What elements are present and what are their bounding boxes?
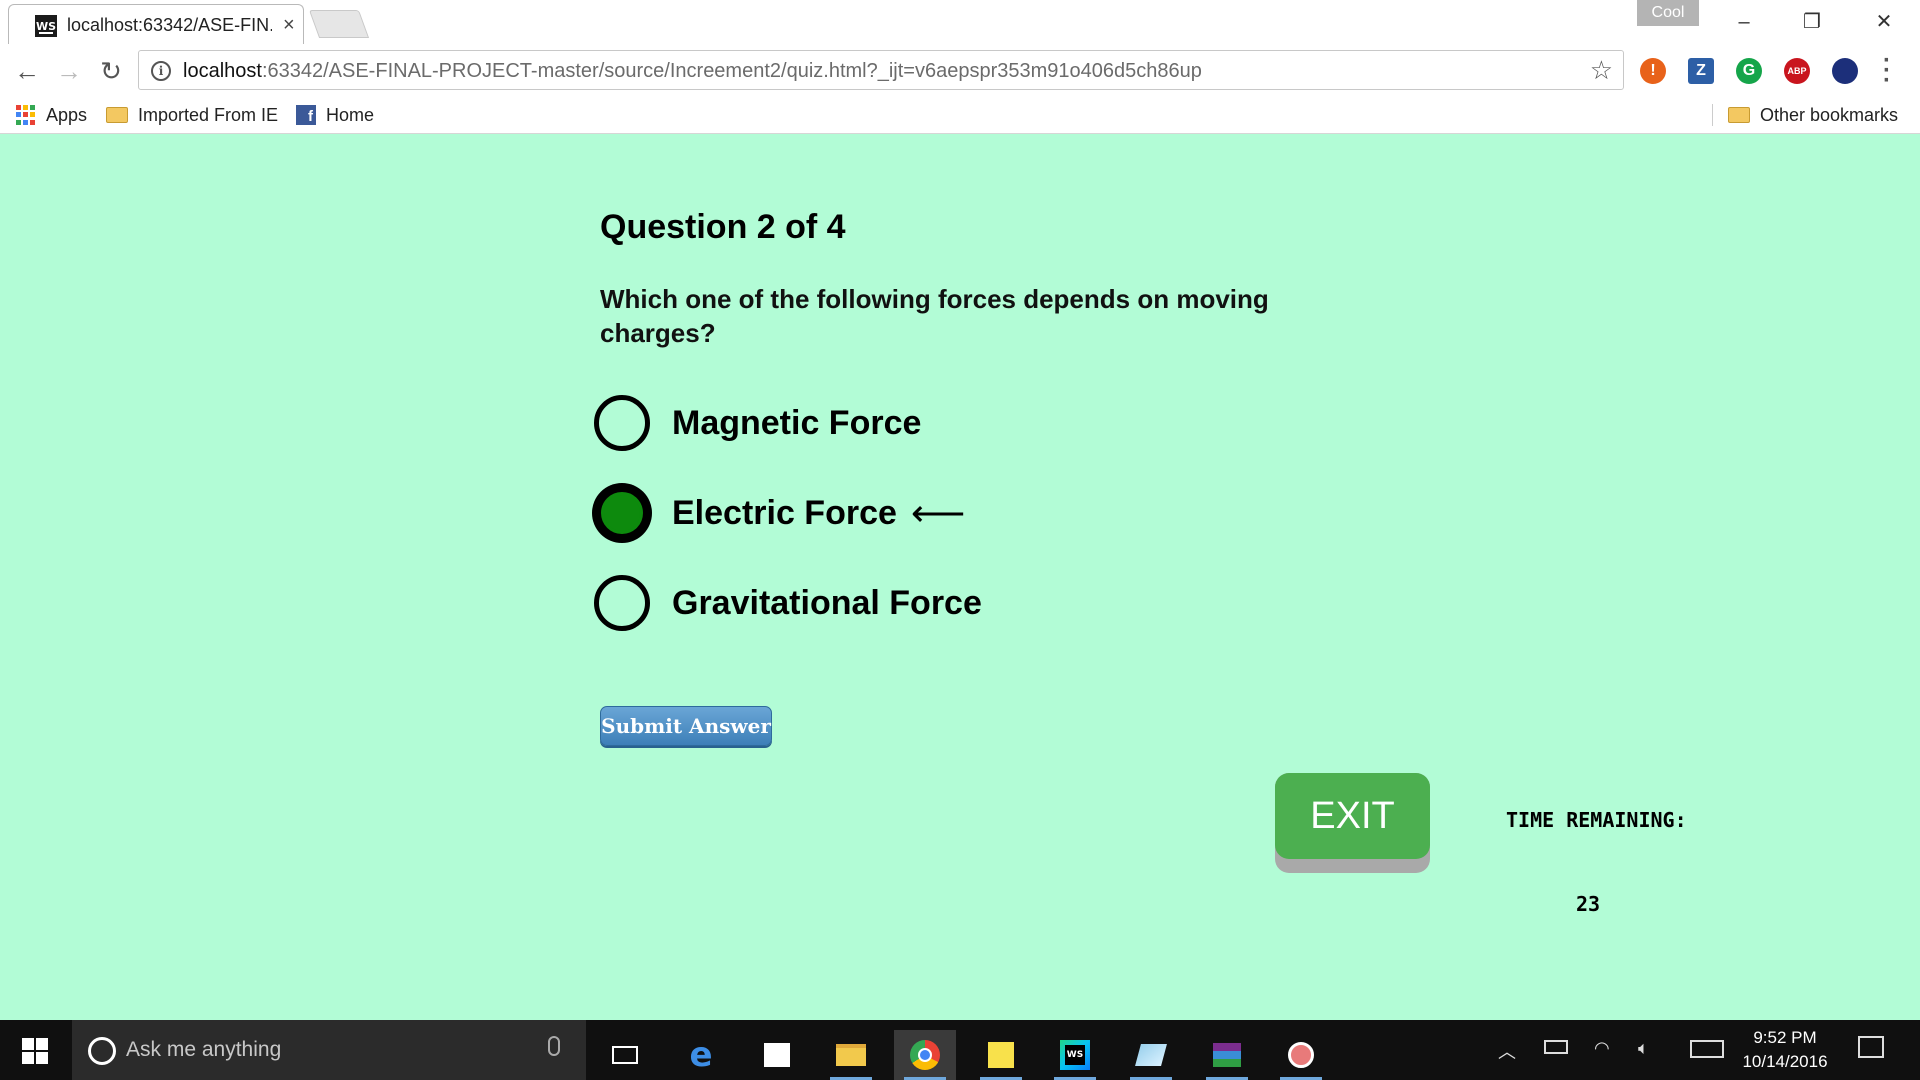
clock-date: 10/14/2016 — [1742, 1052, 1828, 1071]
wifi-icon[interactable]: ◠ — [1594, 1038, 1610, 1059]
browser-tab[interactable]: WS localhost:63342/ASE-FIN... × — [8, 4, 304, 44]
adblock-extension-icon[interactable]: ABP — [1784, 58, 1810, 84]
grammarly-extension-icon[interactable]: G — [1736, 58, 1762, 84]
action-center-icon[interactable] — [1858, 1036, 1884, 1058]
zotero-extension-icon[interactable]: Z — [1688, 58, 1714, 84]
show-hidden-icons-icon[interactable]: ︿ — [1498, 1038, 1516, 1064]
window-close-icon[interactable]: ✕ — [1856, 4, 1912, 40]
url-path: :63342/ASE-FINAL-PROJECT-master/source/I… — [261, 60, 1202, 82]
back-arrow-icon[interactable]: ← — [10, 54, 44, 88]
windows-taskbar: Ask me anything e WS ︿ ◠ 🔈︎ 9:52 PM 10/1… — [0, 1020, 1920, 1080]
exit-button-label: EXIT — [1275, 773, 1430, 859]
bookmark-imported-label: Imported From IE — [138, 104, 279, 125]
option-electric-force[interactable]: Electric Force ⟵ — [594, 485, 965, 541]
windows-start-icon[interactable] — [22, 1038, 48, 1064]
bookmark-star-icon[interactable]: ☆ — [1590, 55, 1613, 86]
bookmark-apps-label: Apps — [46, 104, 88, 125]
sticky-notes-icon[interactable] — [970, 1030, 1032, 1080]
option-label: Magnetic Force — [672, 403, 922, 442]
microphone-icon[interactable] — [548, 1036, 560, 1056]
bookmark-home[interactable]: f Home — [296, 102, 374, 128]
radio-button-selected[interactable] — [594, 485, 650, 541]
file-explorer-icon[interactable] — [820, 1030, 882, 1080]
bookmark-imported-from-ie[interactable]: Imported From IE — [106, 102, 278, 128]
bookmark-apps[interactable]: Apps — [16, 102, 87, 128]
url-text[interactable]: localhost:63342/ASE-FINAL-PROJECT-master… — [183, 60, 1202, 83]
option-label: Gravitational Force — [672, 583, 982, 622]
clock-time: 9:52 PM — [1753, 1028, 1817, 1047]
tab-title: localhost:63342/ASE-FIN... — [67, 15, 272, 35]
left-arrow-icon: ⟵ — [910, 492, 966, 535]
address-bar[interactable]: i localhost:63342/ASE-FINAL-PROJECT-mast… — [138, 50, 1624, 90]
bookmarks-bar: Apps Imported From IE f Home Other bookm… — [0, 96, 1920, 134]
folder-icon — [106, 107, 128, 123]
cortana-search-box[interactable]: Ask me anything — [72, 1020, 586, 1080]
submit-answer-button[interactable]: Submit Answer — [600, 706, 772, 746]
reload-icon[interactable]: ↻ — [94, 54, 128, 88]
browser-tab-bar: WS localhost:63342/ASE-FIN... × Cool – ❐… — [0, 0, 1920, 44]
lens-extension-icon[interactable] — [1832, 58, 1858, 84]
url-host: localhost — [183, 60, 262, 82]
radio-button[interactable] — [594, 395, 650, 451]
bookmark-other[interactable]: Other bookmarks — [1728, 102, 1898, 128]
option-label: Electric Force — [672, 493, 897, 532]
apps-grid-icon — [16, 105, 36, 125]
info-icon[interactable]: i — [151, 61, 171, 81]
volume-icon[interactable]: 🔈︎ — [1638, 1038, 1649, 1059]
system-clock[interactable]: 9:52 PM 10/14/2016 — [1740, 1026, 1830, 1074]
webstorm-favicon-icon: WS — [35, 15, 57, 37]
snipping-tool-icon[interactable] — [1270, 1030, 1332, 1080]
webstorm-icon[interactable]: WS — [1044, 1030, 1106, 1080]
profile-name[interactable]: Cool — [1637, 0, 1699, 26]
battery-icon[interactable] — [1544, 1040, 1568, 1054]
option-magnetic-force[interactable]: Magnetic Force — [594, 395, 921, 451]
option-gravitational-force[interactable]: Gravitational Force — [594, 575, 982, 631]
exit-button[interactable]: EXIT — [1275, 773, 1430, 873]
minimize-icon[interactable]: – — [1716, 4, 1772, 40]
folder-icon — [1728, 107, 1750, 123]
bookmarks-divider — [1712, 104, 1713, 126]
question-text: Which one of the following forces depend… — [600, 284, 1269, 348]
question-counter: Question 2 of 4 — [600, 208, 846, 246]
bookmark-home-label: Home — [326, 104, 375, 125]
alert-extension-icon[interactable]: ! — [1640, 58, 1666, 84]
facebook-icon: f — [296, 105, 316, 125]
task-view-icon[interactable] — [594, 1030, 656, 1080]
tab-close-icon[interactable]: × — [283, 14, 295, 37]
search-placeholder: Ask me anything — [126, 1038, 282, 1061]
store-icon[interactable] — [746, 1030, 808, 1080]
restore-icon[interactable]: ❐ — [1784, 4, 1840, 40]
paint-icon[interactable] — [1120, 1030, 1182, 1080]
cortana-icon — [88, 1037, 116, 1065]
bookmark-other-label: Other bookmarks — [1760, 104, 1899, 125]
keyboard-icon[interactable] — [1690, 1040, 1724, 1058]
radio-button[interactable] — [594, 575, 650, 631]
time-remaining-label: TIME REMAINING: — [1506, 808, 1687, 832]
browser-menu-icon[interactable]: · · · — [1882, 49, 1892, 93]
browser-toolbar: ← → ↻ i localhost:63342/ASE-FINAL-PROJEC… — [0, 44, 1920, 96]
time-remaining-value: 23 — [1576, 892, 1601, 916]
new-tab-button[interactable] — [308, 10, 370, 38]
edge-icon[interactable]: e — [670, 1030, 732, 1080]
winrar-icon[interactable] — [1196, 1030, 1258, 1080]
forward-arrow-icon[interactable]: → — [52, 54, 86, 88]
chrome-icon[interactable] — [894, 1030, 956, 1080]
